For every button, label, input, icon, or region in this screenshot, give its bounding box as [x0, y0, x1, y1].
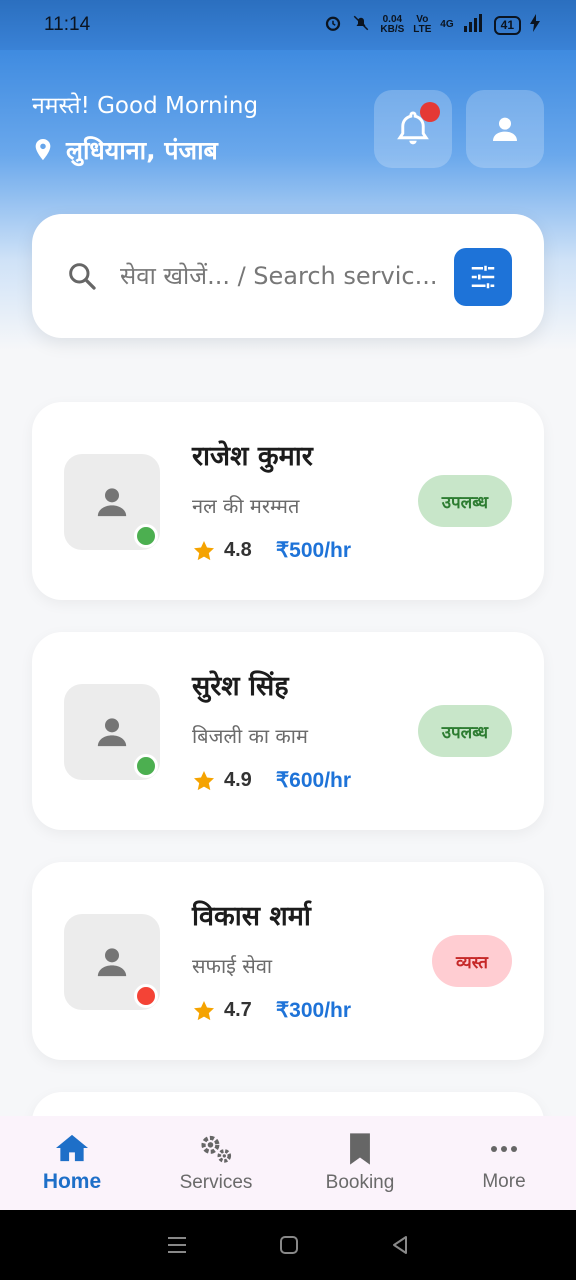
- provider-rating: 4.8: [224, 539, 252, 561]
- provider-service: सफाई सेवा: [192, 954, 273, 978]
- provider-name: विकास शर्मा: [192, 901, 311, 932]
- search-input[interactable]: [120, 262, 450, 290]
- notification-badge: [420, 102, 440, 122]
- availability-dot: [134, 754, 158, 778]
- recent-apps-icon[interactable]: [165, 1234, 189, 1256]
- network-type: 4G: [440, 19, 454, 30]
- star-icon: [194, 540, 214, 560]
- notification-button[interactable]: [374, 90, 452, 168]
- provider-card[interactable]: विकास शर्मा सफाई सेवा 4.7 ₹300/hr व्यस्त: [32, 862, 544, 1060]
- provider-card[interactable]: सुरेश सिंह बिजली का काम 4.9 ₹600/hr उपलब…: [32, 632, 544, 830]
- person-icon: [97, 718, 127, 747]
- status-icons: 0.04 KB/S Vo LTE 4G 41: [324, 13, 540, 37]
- nav-booking[interactable]: Booking: [288, 1116, 432, 1210]
- availability-dot: [134, 984, 158, 1008]
- nav-more-label: More: [482, 1171, 526, 1192]
- person-icon: [97, 948, 127, 977]
- mute-icon: [351, 14, 371, 37]
- search-bar: [32, 214, 544, 338]
- bottom-navigation: Home Services Booking More: [0, 1116, 576, 1210]
- search-icon: [69, 263, 96, 290]
- availability-dot: [134, 524, 158, 548]
- status-bar: 11:14 0.04 KB/S Vo LTE 4G 41: [0, 0, 576, 50]
- provider-name: सुरेश सिंह: [192, 671, 289, 702]
- provider-price: ₹500/hr: [275, 539, 352, 562]
- filter-button[interactable]: [454, 248, 512, 306]
- provider-price: ₹300/hr: [275, 999, 352, 1022]
- system-navigation-bar: [0, 1210, 576, 1280]
- gears-icon: [201, 1135, 232, 1163]
- person-icon: [97, 488, 127, 517]
- status-badge: व्यस्त: [432, 935, 512, 987]
- provider-name: राजेश कुमार: [192, 441, 313, 472]
- nav-home[interactable]: Home: [0, 1116, 144, 1210]
- status-badge: उपलब्ध: [417, 475, 512, 527]
- location[interactable]: लुधियाना, पंजाब: [32, 133, 218, 167]
- location-text: लुधियाना, पंजाब: [66, 136, 218, 165]
- provider-rating: 4.9: [224, 769, 252, 791]
- signal-icon: [463, 13, 485, 37]
- nav-booking-label: Booking: [325, 1172, 395, 1193]
- status-time: 11:14: [44, 14, 91, 35]
- location-pin-icon: [35, 139, 51, 161]
- back-icon[interactable]: [389, 1234, 411, 1256]
- nav-services[interactable]: Services: [144, 1116, 288, 1210]
- greeting-text: नमस्ते! Good Morning: [32, 93, 259, 119]
- net-speed-unit: KB/S: [380, 24, 405, 35]
- provider-card[interactable]: राजेश कुमार नल की मरम्मत 4.8 ₹500/hr उपल…: [32, 402, 544, 600]
- volte-label: Vo LTE: [413, 14, 432, 35]
- nav-home-label: Home: [42, 1170, 102, 1193]
- bookmark-icon: [350, 1133, 370, 1165]
- home-square-icon[interactable]: [278, 1234, 300, 1256]
- nav-more[interactable]: More: [432, 1116, 576, 1210]
- person-icon: [493, 117, 517, 141]
- nav-services-label: Services: [179, 1172, 253, 1193]
- star-icon: [194, 1000, 214, 1020]
- net-speed: 0.04 KB/S: [380, 15, 404, 35]
- home-icon: [56, 1134, 88, 1162]
- charging-icon: [530, 13, 540, 37]
- provider-rating: 4.7: [224, 999, 252, 1021]
- provider-price: ₹600/hr: [275, 769, 352, 792]
- alarm-icon: [324, 14, 342, 37]
- provider-service: बिजली का काम: [192, 724, 308, 748]
- provider-meta: 4.9 ₹600/hr: [192, 768, 351, 793]
- provider-service: नल की मरम्मत: [192, 494, 300, 518]
- status-badge: उपलब्ध: [417, 705, 512, 757]
- tune-filter-icon: [471, 265, 495, 289]
- more-dots-icon: [491, 1146, 517, 1152]
- provider-meta: 4.8 ₹500/hr: [192, 538, 351, 563]
- provider-meta: 4.7 ₹300/hr: [192, 998, 351, 1023]
- battery-indicator: 41: [493, 15, 521, 35]
- profile-button[interactable]: [466, 90, 544, 168]
- star-icon: [194, 770, 214, 790]
